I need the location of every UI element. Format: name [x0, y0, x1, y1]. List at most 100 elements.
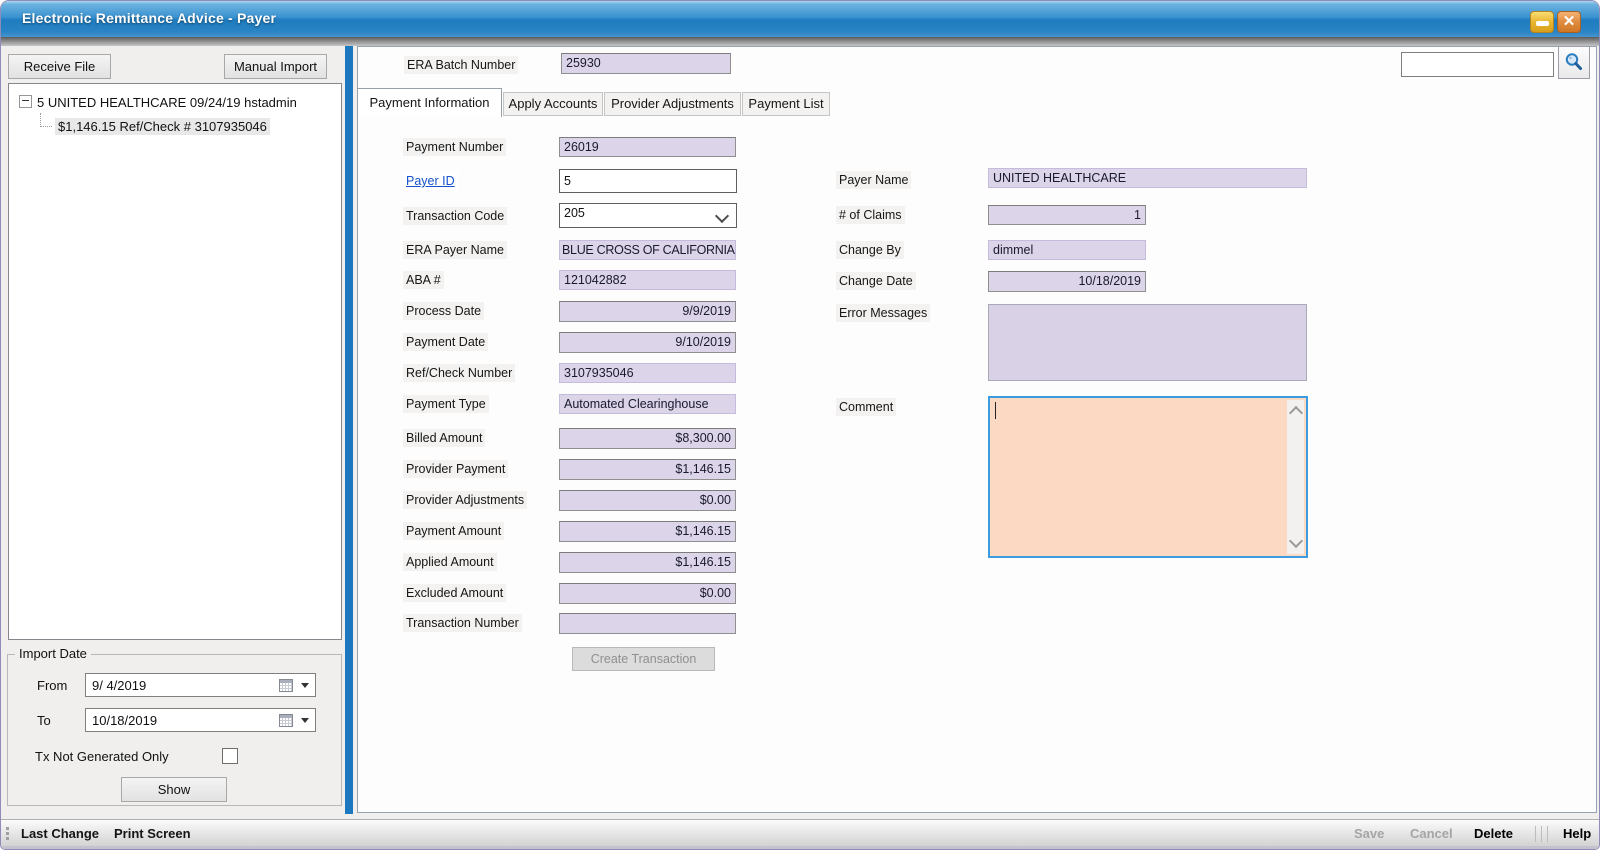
tree-root-label[interactable]: 5 UNITED HEALTHCARE 09/24/19 hstadmin [37, 95, 297, 110]
transaction-code-value: 205 [564, 206, 585, 220]
statusbar-separator [1535, 826, 1552, 842]
main-panel [357, 46, 1597, 813]
payer-id-link[interactable]: Payer ID [403, 172, 458, 190]
ref-check-number-label: Ref/Check Number [403, 364, 515, 382]
payment-type-label: Payment Type [403, 395, 489, 413]
payment-number-label: Payment Number [403, 138, 506, 156]
tree-connector-icon [40, 113, 52, 127]
billed-amount-field: $8,300.00 [559, 428, 736, 449]
dropdown-arrow-icon[interactable] [301, 718, 309, 723]
search-icon [1563, 51, 1585, 73]
titlebar[interactable]: Electronic Remittance Advice - Payer [1, 1, 1599, 38]
payment-amount-field: $1,146.15 [559, 521, 736, 542]
tree-child-item[interactable]: $1,146.15 Ref/Check # 3107935046 [40, 113, 270, 134]
titlebar-divider [1, 37, 1599, 46]
tab-apply-accounts[interactable]: Apply Accounts [503, 92, 603, 116]
calendar-icon[interactable] [279, 714, 293, 727]
save-button[interactable]: Save [1354, 826, 1384, 841]
era-payer-name-label: ERA Payer Name [403, 241, 507, 259]
scroll-up-icon[interactable] [1289, 406, 1303, 420]
tree-child-label[interactable]: $1,146.15 Ref/Check # 3107935046 [55, 118, 270, 135]
to-label: To [37, 713, 51, 728]
last-change-button[interactable]: Last Change [21, 826, 99, 841]
provider-adjustments-label: Provider Adjustments [403, 491, 527, 509]
provider-payment-field: $1,146.15 [559, 459, 736, 480]
transaction-number-label: Transaction Number [403, 614, 522, 632]
search-button[interactable] [1558, 46, 1590, 79]
applied-amount-label: Applied Amount [403, 553, 497, 571]
create-transaction-button[interactable]: Create Transaction [572, 647, 715, 671]
aba-number-label: ABA # [403, 271, 444, 289]
from-label: From [37, 678, 67, 693]
payer-id-input[interactable] [559, 169, 737, 193]
process-date-field: 9/9/2019 [559, 301, 736, 322]
error-messages-label: Error Messages [836, 304, 930, 322]
payment-number-field: 26019 [559, 137, 736, 157]
payment-amount-label: Payment Amount [403, 522, 504, 540]
era-payer-name-field: BLUE CROSS OF CALIFORNIA (CA) [559, 240, 736, 260]
change-date-field: 10/18/2019 [988, 271, 1146, 292]
provider-adjustments-field: $0.00 [559, 490, 736, 511]
text-caret [995, 402, 996, 419]
to-date-value[interactable]: 10/18/2019 [92, 713, 157, 728]
excluded-amount-field: $0.00 [559, 583, 736, 604]
error-messages-box [988, 304, 1307, 381]
applied-amount-field: $1,146.15 [559, 552, 736, 573]
receive-file-button[interactable]: Receive File [8, 54, 111, 79]
manual-import-button[interactable]: Manual Import [224, 54, 327, 79]
payer-name-label: Payer Name [836, 171, 911, 189]
transaction-code-select[interactable]: 205 [559, 203, 737, 228]
tree-root-item[interactable]: 5 UNITED HEALTHCARE 09/24/19 hstadmin [19, 95, 297, 110]
excluded-amount-label: Excluded Amount [403, 584, 506, 602]
aba-number-field: 121042882 [559, 270, 736, 290]
import-date-legend: Import Date [15, 646, 91, 661]
show-button[interactable]: Show [121, 777, 227, 802]
comment-label: Comment [836, 398, 896, 416]
comment-textarea[interactable] [988, 396, 1308, 558]
payer-name-field: UNITED HEALTHCARE [988, 168, 1307, 188]
cancel-button[interactable]: Cancel [1410, 826, 1453, 841]
transaction-code-label: Transaction Code [403, 207, 507, 225]
panel-splitter[interactable] [345, 46, 353, 814]
change-by-label: Change By [836, 241, 904, 259]
change-by-field: dimmel [988, 240, 1146, 260]
transaction-number-field [559, 613, 736, 634]
provider-payment-label: Provider Payment [403, 460, 508, 478]
statusbar-grip-icon [6, 827, 9, 830]
delete-button[interactable]: Delete [1474, 826, 1513, 841]
comment-scrollbar[interactable] [1287, 400, 1304, 554]
calendar-icon[interactable] [279, 679, 293, 692]
payment-date-field: 9/10/2019 [559, 332, 736, 353]
era-batch-field: 25930 [561, 53, 731, 74]
tx-not-generated-label: Tx Not Generated Only [35, 749, 169, 764]
help-button[interactable]: Help [1563, 826, 1591, 841]
process-date-label: Process Date [403, 302, 484, 320]
minimize-icon [1536, 21, 1549, 26]
print-screen-button[interactable]: Print Screen [114, 826, 191, 841]
billed-amount-label: Billed Amount [403, 429, 485, 447]
tab-payment-information[interactable]: Payment Information [357, 88, 502, 117]
scroll-down-icon[interactable] [1289, 534, 1303, 548]
num-claims-label: # of Claims [836, 206, 905, 224]
chevron-down-icon [715, 209, 729, 223]
era-file-tree[interactable]: 5 UNITED HEALTHCARE 09/24/19 hstadmin $1… [8, 83, 342, 640]
tab-provider-adjustments[interactable]: Provider Adjustments [604, 92, 741, 116]
minimize-button[interactable] [1530, 11, 1554, 33]
change-date-label: Change Date [836, 272, 916, 290]
to-date-picker[interactable]: 10/18/2019 [85, 708, 316, 732]
window-title: Electronic Remittance Advice - Payer [22, 10, 276, 26]
collapse-icon[interactable] [19, 95, 32, 108]
tab-payment-list[interactable]: Payment List [742, 92, 830, 116]
dropdown-arrow-icon[interactable] [301, 683, 309, 688]
era-payer-window: Electronic Remittance Advice - Payer Rec… [0, 0, 1600, 850]
close-button[interactable] [1557, 11, 1581, 33]
window-bottom-edge [1, 846, 1599, 849]
payment-date-label: Payment Date [403, 333, 488, 351]
era-batch-label: ERA Batch Number [404, 56, 518, 74]
tx-not-generated-checkbox[interactable] [222, 748, 238, 764]
from-date-picker[interactable]: 9/ 4/2019 [85, 673, 316, 697]
ref-check-number-field: 3107935046 [559, 363, 736, 383]
num-claims-field: 1 [988, 205, 1146, 225]
from-date-value[interactable]: 9/ 4/2019 [92, 678, 146, 693]
search-input[interactable] [1401, 52, 1554, 77]
